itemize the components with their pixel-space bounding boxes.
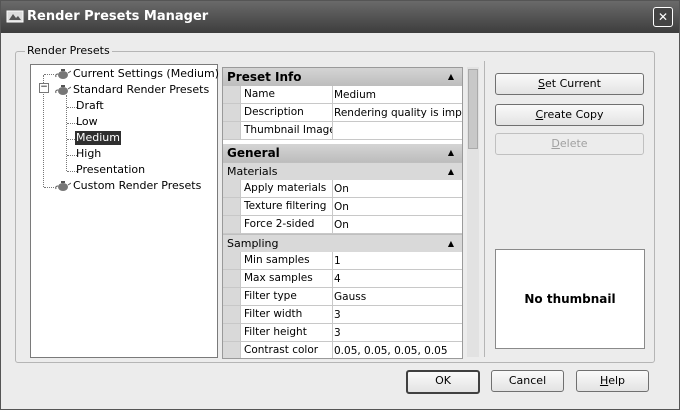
tree-item-presentation[interactable]: Presentation — [76, 163, 145, 177]
tree-item-standard-presets[interactable]: Standard Render Presets — [73, 83, 209, 97]
tree-connector — [44, 187, 54, 188]
subcategory-sampling[interactable]: Sampling ▲ — [223, 234, 462, 252]
category-general[interactable]: General ▲ — [223, 144, 462, 162]
prop-row-filter-width[interactable]: Filter width 3 — [223, 306, 462, 324]
help-button[interactable]: Help — [576, 370, 649, 392]
collapse-arrow-icon[interactable]: ▲ — [444, 144, 454, 162]
tree-item-medium[interactable]: Medium — [75, 131, 121, 145]
scrollbar-thumb[interactable] — [468, 69, 478, 149]
tree-item-custom-presets[interactable]: Custom Render Presets — [73, 179, 201, 193]
prop-row-thumbnail-image[interactable]: Thumbnail Image — [223, 122, 462, 140]
prop-row-filter-height[interactable]: Filter height 3 — [223, 324, 462, 342]
delete-button[interactable]: Delete — [495, 133, 644, 155]
vertical-scrollbar[interactable] — [467, 67, 479, 357]
title-bar[interactable]: Render Presets Manager ✕ — [1, 1, 679, 33]
prop-row-apply-materials[interactable]: Apply materials On — [223, 180, 462, 198]
tree-item-low[interactable]: Low — [76, 115, 98, 129]
teapot-icon — [55, 85, 71, 95]
thumbnail-preview: No thumbnail — [495, 249, 645, 349]
close-icon: ✕ — [657, 10, 669, 24]
tree-connector — [44, 74, 54, 75]
create-copy-button[interactable]: Create Copy — [495, 104, 644, 126]
prop-row-contrast-color[interactable]: Contrast color 0.05, 0.05, 0.05, 0.05 — [223, 342, 462, 358]
close-button[interactable]: ✕ — [653, 7, 673, 27]
category-preset-info[interactable]: Preset Info ▲ — [223, 68, 462, 86]
prop-row-name[interactable]: Name Medium — [223, 86, 462, 104]
collapse-arrow-icon[interactable]: ▲ — [444, 235, 454, 252]
set-current-button[interactable]: Set Current — [495, 73, 644, 95]
teapot-icon — [55, 181, 71, 191]
tree-item-draft[interactable]: Draft — [76, 99, 104, 113]
divider — [484, 61, 485, 357]
prop-row-force-2-sided[interactable]: Force 2-sided On — [223, 216, 462, 234]
group-label: Render Presets — [25, 44, 112, 57]
prop-row-texture-filtering[interactable]: Texture filtering On — [223, 198, 462, 216]
tree-item-current-settings[interactable]: Current Settings (Medium) — [73, 67, 219, 81]
dialog-window: Render Presets Manager ✕ Render Presets … — [0, 0, 680, 410]
ok-button[interactable]: OK — [406, 370, 480, 394]
collapse-arrow-icon[interactable]: ▲ — [444, 163, 454, 180]
subcategory-materials[interactable]: Materials ▲ — [223, 162, 462, 180]
prop-row-min-samples[interactable]: Min samples 1 — [223, 252, 462, 270]
app-icon — [6, 10, 24, 23]
tree-item-high[interactable]: High — [76, 147, 101, 161]
cancel-button[interactable]: Cancel — [491, 370, 564, 392]
presets-tree[interactable]: Current Settings (Medium) − Standard Ren… — [30, 64, 219, 358]
collapse-arrow-icon[interactable]: ▲ — [444, 68, 454, 86]
properties-grid[interactable]: Preset Info ▲ Name Medium Description Re… — [222, 67, 463, 359]
window-title: Render Presets Manager — [27, 9, 209, 24]
prop-row-description[interactable]: Description Rendering quality is imp... — [223, 104, 462, 122]
prop-row-filter-type[interactable]: Filter type Gauss — [223, 288, 462, 306]
teapot-icon — [55, 69, 71, 79]
prop-row-max-samples[interactable]: Max samples 4 — [223, 270, 462, 288]
collapse-icon[interactable]: − — [39, 83, 49, 93]
